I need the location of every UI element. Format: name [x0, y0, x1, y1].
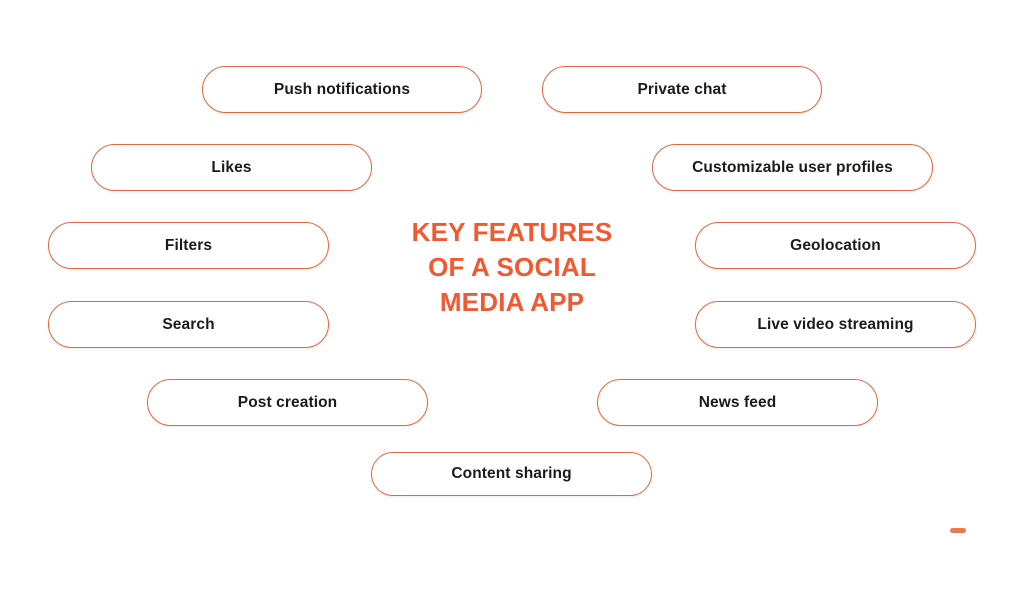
feature-pill[interactable]: News feed [597, 379, 878, 426]
feature-pill[interactable]: Likes [91, 144, 372, 191]
feature-pill-label: Live video streaming [757, 315, 914, 333]
feature-pill[interactable]: Private chat [542, 66, 822, 113]
feature-pill-label: News feed [698, 393, 777, 411]
page-title: KEY FEATURES OF A SOCIAL MEDIA APP [411, 217, 613, 317]
feature-pill[interactable]: Content sharing [371, 452, 652, 496]
partial-pill-fragment-icon [950, 528, 966, 533]
feature-pill-label: Post creation [237, 393, 338, 411]
feature-pill-label: Search [162, 315, 215, 333]
diagram-canvas: KEY FEATURES OF A SOCIAL MEDIA APP Push … [0, 0, 1024, 608]
feature-pill-label: Private chat [637, 80, 727, 98]
feature-pill[interactable]: Push notifications [202, 66, 482, 113]
feature-pill-label: Geolocation [790, 236, 881, 254]
feature-pill[interactable]: Post creation [147, 379, 428, 426]
feature-pill[interactable]: Geolocation [695, 222, 976, 269]
feature-pill[interactable]: Filters [48, 222, 329, 269]
feature-pill[interactable]: Customizable user profiles [652, 144, 933, 191]
feature-pill-label: Content sharing [451, 465, 572, 483]
feature-pill-label: Push notifications [273, 80, 411, 98]
feature-pill-label: Customizable user profiles [692, 158, 893, 176]
feature-pill-label: Likes [211, 158, 252, 176]
feature-pill[interactable]: Search [48, 301, 329, 348]
feature-pill-label: Filters [164, 236, 213, 254]
feature-pill[interactable]: Live video streaming [695, 301, 976, 348]
